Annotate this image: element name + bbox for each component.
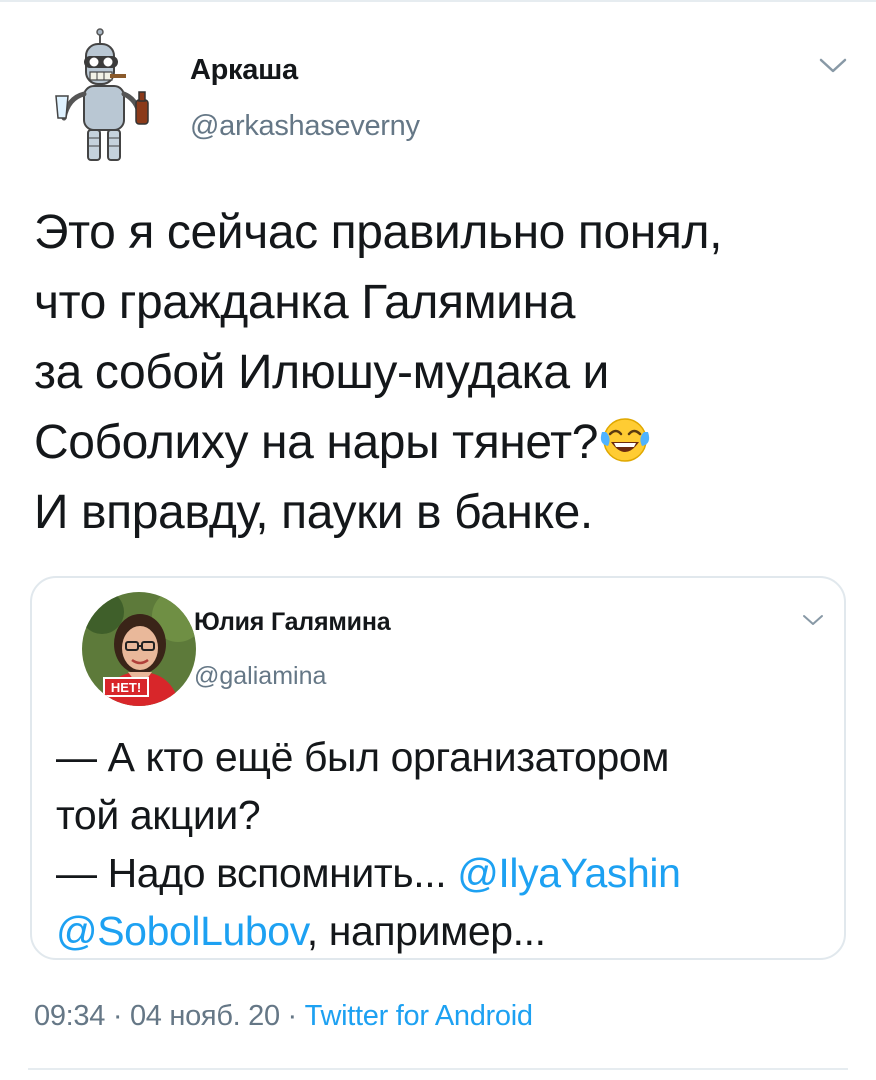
author-handle[interactable]: @arkashaseverny bbox=[190, 110, 420, 143]
meta-separator: · bbox=[105, 1000, 130, 1032]
mention-link[interactable]: @IlyaYashin bbox=[457, 850, 681, 896]
quoted-line-text: — Надо вспомнить... bbox=[56, 850, 458, 896]
tweet-line: что гражданка Галямина bbox=[34, 276, 575, 329]
tweet-line: И вправду, пауки в банке. bbox=[34, 486, 593, 539]
chevron-down-icon[interactable] bbox=[802, 612, 824, 628]
quoted-line: — А кто ещё был организатором bbox=[56, 734, 670, 780]
quoted-line: — Надо вспомнить... @IlyaYashin bbox=[56, 844, 836, 902]
tweet-source-link[interactable]: Twitter for Android bbox=[305, 1000, 533, 1032]
quoted-tweet-text: — А кто ещё был организатором той акции?… bbox=[56, 728, 836, 960]
bottom-divider bbox=[28, 1068, 848, 1070]
author-name[interactable]: Аркаша bbox=[190, 54, 298, 87]
quoted-line-text: , например... bbox=[306, 908, 546, 954]
chevron-down-icon[interactable] bbox=[818, 54, 848, 76]
tweet-time: 09:34 bbox=[34, 1000, 106, 1032]
quoted-line: @SobolLubov, например... bbox=[56, 902, 836, 960]
tweet-line-with-emoji: Соболиху на нары тянет? bbox=[34, 408, 854, 478]
tears-of-joy-emoji-icon bbox=[600, 418, 650, 462]
tweet-date: 04 нояб. 20 bbox=[129, 1000, 280, 1032]
author-avatar[interactable] bbox=[48, 28, 158, 168]
quoted-author-name[interactable]: Юлия Галямина bbox=[194, 608, 391, 637]
mention-link[interactable]: @SobolLubov bbox=[56, 908, 307, 954]
quoted-line: той акции? bbox=[56, 792, 261, 838]
tweet-line: за собой Илюшу-мудака и bbox=[34, 346, 609, 399]
meta-separator: · bbox=[279, 1000, 305, 1032]
tweet-text: Это я сейчас правильно понял, что гражда… bbox=[34, 198, 854, 548]
tweet-meta: 09:34 · 04 нояб. 20 · Twitter for Androi… bbox=[34, 1000, 533, 1033]
quoted-author-handle[interactable]: @galiamina bbox=[194, 662, 326, 691]
tweet-line: Это я сейчас правильно понял, bbox=[34, 206, 723, 259]
quoted-tweet-card[interactable]: НЕТ! Юлия Галямина @galiamina — А кто ещ… bbox=[30, 576, 846, 960]
avatar-badge: НЕТ! bbox=[111, 680, 141, 695]
tweet-line: Соболиху на нары тянет? bbox=[34, 416, 598, 469]
quoted-author-avatar[interactable]: НЕТ! bbox=[82, 592, 196, 706]
top-divider bbox=[0, 0, 876, 2]
